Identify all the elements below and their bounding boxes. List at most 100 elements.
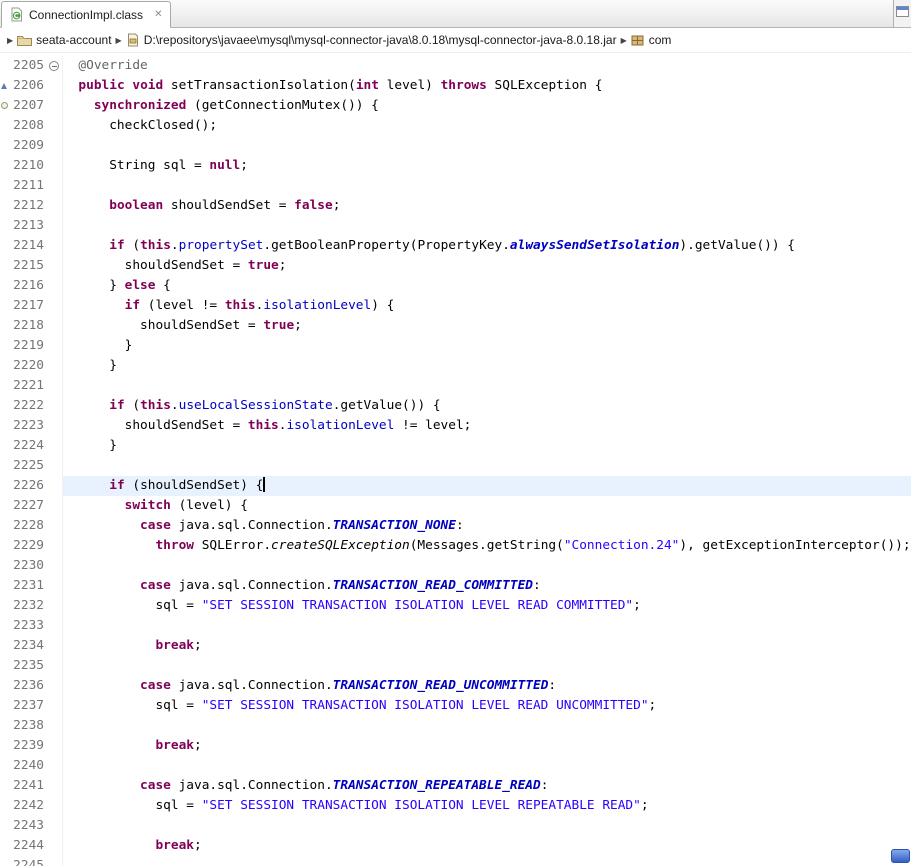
fold-ruler[interactable] [46, 396, 63, 416]
annotation-ruler[interactable] [0, 496, 8, 516]
annotation-ruler[interactable] [0, 336, 8, 356]
breadcrumb-item-project[interactable]: seata-account [17, 33, 111, 47]
fold-ruler[interactable] [46, 816, 63, 836]
code-line-text[interactable]: shouldSendSet = true; [63, 256, 911, 276]
editor-line[interactable]: 2236 case java.sql.Connection.TRANSACTIO… [0, 676, 911, 696]
annotation-ruler[interactable] [0, 576, 8, 596]
editor-line[interactable]: 2237 sql = "SET SESSION TRANSACTION ISOL… [0, 696, 911, 716]
annotation-ruler[interactable] [0, 296, 8, 316]
editor-line[interactable]: 2241 case java.sql.Connection.TRANSACTIO… [0, 776, 911, 796]
code-line-text[interactable]: break; [63, 836, 911, 856]
editor-line[interactable]: 2210 String sql = null; [0, 156, 911, 176]
annotation-ruler[interactable] [0, 396, 8, 416]
annotation-ruler[interactable] [0, 736, 8, 756]
fold-ruler[interactable] [46, 596, 63, 616]
editor-line[interactable]: 2214 if (this.propertySet.getBooleanProp… [0, 236, 911, 256]
code-line-text[interactable]: } [63, 356, 911, 376]
code-line-text[interactable]: switch (level) { [63, 496, 911, 516]
editor-line[interactable]: 2218 shouldSendSet = true; [0, 316, 911, 336]
fold-ruler[interactable] [46, 236, 63, 256]
editor-line[interactable]: 2217 if (level != this.isolationLevel) { [0, 296, 911, 316]
fold-ruler[interactable] [46, 676, 63, 696]
editor-line[interactable]: 2206 public void setTransactionIsolation… [0, 76, 911, 96]
editor[interactable]: 2205 @Override2206 public void setTransa… [0, 53, 911, 866]
fold-ruler[interactable] [46, 296, 63, 316]
editor-line[interactable]: 2245 [0, 856, 911, 866]
editor-line[interactable]: 2220 } [0, 356, 911, 376]
editor-line[interactable]: 2235 [0, 656, 911, 676]
code-line-text[interactable]: shouldSendSet = true; [63, 316, 911, 336]
code-line-text[interactable] [63, 176, 911, 196]
fold-ruler[interactable] [46, 436, 63, 456]
annotation-ruler[interactable] [0, 156, 8, 176]
minimized-view-blue-icon[interactable] [891, 849, 910, 863]
code-line-text[interactable]: boolean shouldSendSet = false; [63, 196, 911, 216]
fold-ruler[interactable] [46, 216, 63, 236]
editor-line[interactable]: 2233 [0, 616, 911, 636]
fold-ruler[interactable] [46, 156, 63, 176]
code-line-text[interactable]: if (this.propertySet.getBooleanProperty(… [63, 236, 911, 256]
annotation-ruler[interactable] [0, 716, 8, 736]
code-line-text[interactable]: sql = "SET SESSION TRANSACTION ISOLATION… [63, 796, 911, 816]
editor-line[interactable]: 2224 } [0, 436, 911, 456]
annotation-ruler[interactable] [0, 216, 8, 236]
annotation-ruler[interactable] [0, 56, 8, 76]
editor-line[interactable]: 2215 shouldSendSet = true; [0, 256, 911, 276]
breadcrumb-arrow-icon[interactable]: ▶ [7, 36, 13, 45]
fold-ruler[interactable] [46, 116, 63, 136]
fold-ruler[interactable] [46, 836, 63, 856]
fold-ruler[interactable] [46, 516, 63, 536]
editor-tab-connectionimpl[interactable]: ConnectionImpl.class ✕ [1, 1, 171, 28]
code-line-text[interactable] [63, 136, 911, 156]
breadcrumb-arrow-icon[interactable]: ▶ [116, 36, 122, 45]
annotation-ruler[interactable] [0, 116, 8, 136]
code-line-text[interactable]: } [63, 336, 911, 356]
annotation-ruler[interactable] [0, 536, 8, 556]
annotation-ruler[interactable] [0, 436, 8, 456]
annotation-ruler[interactable] [0, 476, 8, 496]
code-line-text[interactable] [63, 816, 911, 836]
annotation-ruler[interactable] [0, 596, 8, 616]
editor-line[interactable]: 2208 checkClosed(); [0, 116, 911, 136]
code-line-text[interactable] [63, 856, 911, 866]
fold-ruler[interactable] [46, 76, 63, 96]
code-line-text[interactable] [63, 756, 911, 776]
breadcrumb-item-package[interactable]: com [631, 33, 672, 47]
code-line-text[interactable]: sql = "SET SESSION TRANSACTION ISOLATION… [63, 596, 911, 616]
editor-line[interactable]: 2205 @Override [0, 56, 911, 76]
fold-ruler[interactable] [46, 356, 63, 376]
code-line-text[interactable]: case java.sql.Connection.TRANSACTION_NON… [63, 516, 911, 536]
fold-ruler[interactable] [46, 536, 63, 556]
editor-line[interactable]: 2232 sql = "SET SESSION TRANSACTION ISOL… [0, 596, 911, 616]
editor-line[interactable]: 2216 } else { [0, 276, 911, 296]
code-line-text[interactable]: sql = "SET SESSION TRANSACTION ISOLATION… [63, 696, 911, 716]
fold-ruler[interactable] [46, 456, 63, 476]
editor-line[interactable]: 2227 switch (level) { [0, 496, 911, 516]
annotation-ruler[interactable] [0, 756, 8, 776]
code-line-text[interactable]: synchronized (getConnectionMutex()) { [63, 96, 911, 116]
code-line-text[interactable]: if (level != this.isolationLevel) { [63, 296, 911, 316]
code-line-text[interactable]: checkClosed(); [63, 116, 911, 136]
fold-toggle-icon[interactable] [49, 61, 59, 71]
code-line-text[interactable]: break; [63, 636, 911, 656]
minimized-editor-area[interactable] [893, 0, 911, 27]
fold-ruler[interactable] [46, 496, 63, 516]
fold-ruler[interactable] [46, 316, 63, 336]
fold-ruler[interactable] [46, 276, 63, 296]
fold-ruler[interactable] [46, 576, 63, 596]
annotation-ruler[interactable] [0, 176, 8, 196]
annotation-ruler[interactable] [0, 276, 8, 296]
fold-ruler[interactable] [46, 856, 63, 866]
code-line-text[interactable]: if (this.useLocalSessionState.getValue()… [63, 396, 911, 416]
fold-ruler[interactable] [46, 96, 63, 116]
code-line-text[interactable]: case java.sql.Connection.TRANSACTION_REA… [63, 576, 911, 596]
annotation-ruler[interactable] [0, 616, 8, 636]
editor-line[interactable]: 2243 [0, 816, 911, 836]
editor-line[interactable]: 2240 [0, 756, 911, 776]
fold-ruler[interactable] [46, 416, 63, 436]
fold-ruler[interactable] [46, 336, 63, 356]
fold-ruler[interactable] [46, 56, 63, 76]
editor-line[interactable]: 2207 synchronized (getConnectionMutex())… [0, 96, 911, 116]
code-line-text[interactable] [63, 376, 911, 396]
fold-ruler[interactable] [46, 656, 63, 676]
